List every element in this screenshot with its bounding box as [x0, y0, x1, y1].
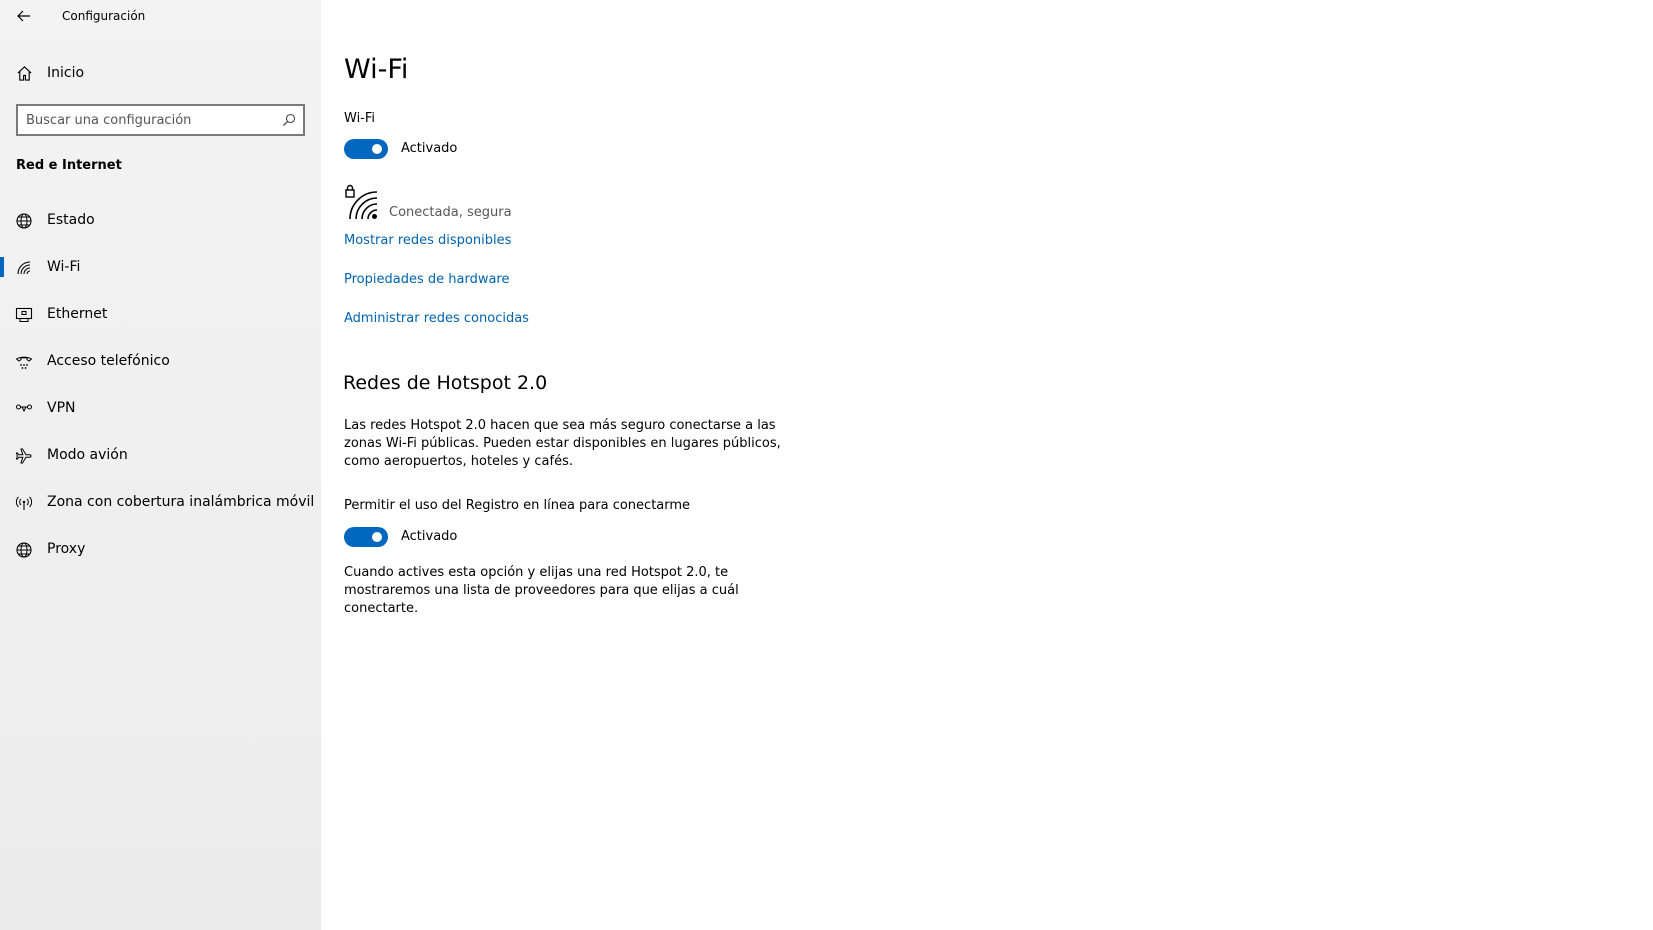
sidebar-item-ethernet[interactable]: Ethernet [0, 294, 321, 334]
hardware-properties-link[interactable]: Propiedades de hardware [344, 272, 509, 287]
wifi-toggle[interactable] [344, 139, 388, 159]
page-title: Wi-Fi [344, 54, 409, 85]
sidebar-item-estado[interactable]: Estado [0, 200, 321, 240]
airplane-icon [15, 448, 32, 464]
online-signup-label: Permitir el uso del Registro en línea pa… [344, 498, 691, 513]
arrow-left-icon [17, 10, 30, 22]
sidebar-item-wifi[interactable]: Wi-Fi [0, 247, 321, 287]
home-icon [17, 66, 32, 81]
search-input[interactable] [26, 111, 276, 129]
wifi-icon [17, 261, 31, 275]
globe-status-icon [16, 213, 32, 229]
globe-icon [16, 542, 32, 558]
home-nav-item[interactable]: Inicio [0, 58, 321, 88]
manage-known-networks-link[interactable]: Administrar redes conocidas [344, 311, 529, 326]
sidebar-item-acceso-telefonico[interactable]: Acceso telefónico [0, 341, 321, 381]
main-content: Wi-Fi Wi-Fi Activado Conectada, segura M… [321, 0, 1653, 930]
title-bar: Configuración [0, 0, 321, 32]
search-box[interactable] [16, 104, 305, 136]
sidebar-item-modo-avion[interactable]: Modo avión [0, 435, 321, 475]
hotspot-heading: Redes de Hotspot 2.0 [343, 372, 548, 394]
sidebar-item-label: Zona con cobertura inalámbrica móvil [47, 494, 315, 510]
vpn-icon [16, 404, 32, 413]
sidebar-item-label: Acceso telefónico [47, 353, 170, 369]
wifi-secure-icon [345, 184, 378, 220]
sidebar-item-zona-cobertura[interactable]: Zona con cobertura inalámbrica móvil [0, 482, 321, 522]
wifi-toggle-state: Activado [401, 141, 458, 156]
sidebar-item-proxy[interactable]: Proxy [0, 529, 321, 569]
toggle-knob [372, 532, 382, 542]
online-signup-toggle[interactable] [344, 527, 388, 547]
wifi-toggle-label: Wi-Fi [344, 111, 376, 126]
online-signup-toggle-state: Activado [401, 529, 458, 544]
show-networks-link[interactable]: Mostrar redes disponibles [344, 233, 511, 248]
home-label: Inicio [47, 65, 85, 81]
ethernet-icon [15, 307, 33, 322]
network-status: Conectada, segura [389, 205, 512, 220]
sidebar-item-label: Wi-Fi [47, 259, 81, 275]
hotspot-note: Cuando actives esta opción y elijas una … [344, 565, 739, 616]
sidebar-item-label: Proxy [47, 541, 86, 557]
sidebar-item-label: Modo avión [47, 447, 128, 463]
sidebar-item-label: Ethernet [47, 306, 108, 322]
app-title: Configuración [62, 9, 146, 23]
toggle-knob [372, 144, 382, 154]
sidebar-item-label: Estado [47, 212, 95, 228]
sidebar-item-vpn[interactable]: VPN [0, 388, 321, 428]
back-button[interactable] [12, 6, 36, 26]
search-icon[interactable] [282, 113, 296, 127]
sidebar: Configuración Inicio Red e Internet Esta… [0, 0, 321, 930]
sidebar-item-label: VPN [47, 400, 76, 416]
hotspot-description: Las redes Hotspot 2.0 hacen que sea más … [344, 418, 781, 469]
dialup-icon [15, 356, 33, 369]
section-title: Red e Internet [16, 158, 122, 173]
mobile-hotspot-icon [15, 496, 33, 510]
